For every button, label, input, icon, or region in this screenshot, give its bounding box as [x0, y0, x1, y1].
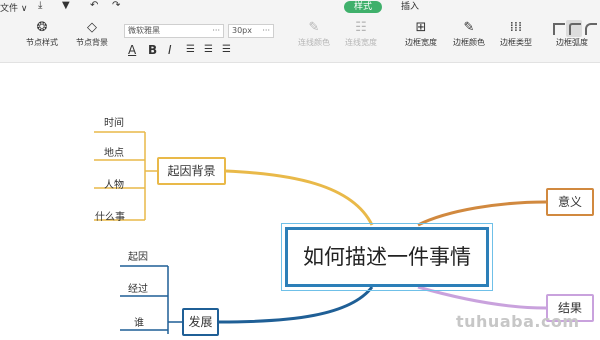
border-radius-label-wrap: 边框弧度: [556, 37, 588, 49]
branch-meaning-label: 意义: [557, 195, 582, 209]
align-right-icon[interactable]: ☰: [222, 42, 231, 58]
radius-square-icon[interactable]: [553, 23, 565, 35]
child-process[interactable]: 经过: [128, 284, 148, 296]
more-icon: ···: [212, 26, 220, 35]
connector-central-background: [225, 169, 374, 226]
connector-development-children: [120, 265, 182, 334]
paint-bucket-icon: ◇: [87, 20, 97, 35]
connector-lines: [94, 131, 547, 334]
line-color-button[interactable]: ✎ 连线颜色: [298, 19, 330, 49]
redo-icon[interactable]: ↷: [112, 0, 120, 12]
format-painter-icon[interactable]: ▼: [62, 0, 70, 12]
child-time[interactable]: 时间: [104, 118, 124, 130]
border-radius-label: 边框弧度: [556, 38, 588, 47]
node-style-icon: ❂: [36, 20, 48, 35]
font-family-select[interactable]: 微软雅黑 ···: [124, 24, 224, 38]
node-background-button[interactable]: ◇ 节点背景: [76, 19, 108, 49]
style-toolbar: ❂ 节点样式 ◇ 节点背景 微软雅黑 ··· 30px ··· A B I ☰ …: [0, 14, 600, 63]
align-center-icon[interactable]: ☰: [204, 42, 213, 58]
border-color-label: 边框颜色: [453, 38, 485, 47]
connector-background-children: [94, 131, 157, 221]
top-menu-bar: 文件 ∨ ⤓ ▼ ↶ ↷ 样式 插入: [0, 0, 600, 14]
font-color-button[interactable]: A: [128, 42, 136, 58]
font-size-value: 30px: [232, 26, 252, 35]
child-cause[interactable]: 起因: [128, 252, 148, 264]
mindmap-canvas[interactable]: 起因背景 时间 地点 人物 什么事 发展 起因 经过 谁 意义 结果: [0, 64, 600, 340]
border-type-button[interactable]: ⁞⁞⁞ 边框类型: [500, 19, 532, 49]
branch-development-label: 发展: [188, 315, 213, 329]
font-size-select[interactable]: 30px ···: [228, 24, 274, 38]
node-background-label: 节点背景: [76, 38, 108, 47]
border-type-label: 边框类型: [500, 38, 532, 47]
line-width-label: 连线宽度: [345, 38, 377, 47]
connector-central-development: [218, 286, 374, 324]
more-icon: ···: [262, 26, 270, 35]
border-width-button[interactable]: ⊞ 边框宽度: [405, 19, 437, 49]
line-width-button[interactable]: ☷ 连线宽度: [345, 19, 377, 49]
align-left-icon[interactable]: ☰: [186, 42, 195, 58]
central-topic-label: 如何描述一件事情: [303, 245, 471, 269]
download-icon[interactable]: ⤓: [38, 0, 42, 12]
watermark: tuhuaba.com: [456, 312, 580, 331]
branch-background[interactable]: 起因背景: [157, 157, 226, 185]
border-width-icon: ⊞: [415, 20, 427, 35]
child-what[interactable]: 什么事: [95, 212, 125, 224]
border-color-button[interactable]: ✎ 边框颜色: [453, 19, 485, 49]
line-color-icon: ✎: [308, 20, 320, 35]
line-width-icon: ☷: [355, 20, 367, 35]
italic-button[interactable]: I: [168, 42, 172, 58]
node-style-label: 节点样式: [26, 38, 58, 47]
undo-icon[interactable]: ↶: [90, 0, 98, 12]
bold-button[interactable]: B: [148, 42, 157, 58]
line-color-label: 连线颜色: [298, 38, 330, 47]
child-who[interactable]: 谁: [134, 318, 144, 330]
child-people[interactable]: 人物: [104, 180, 124, 192]
border-width-label: 边框宽度: [405, 38, 437, 47]
connector-central-meaning: [417, 200, 547, 227]
tab-style[interactable]: 样式: [344, 1, 383, 13]
central-topic[interactable]: 如何描述一件事情: [285, 227, 489, 287]
font-family-value: 微软雅黑: [128, 26, 160, 35]
radius-small-icon[interactable]: [569, 23, 581, 35]
node-style-button[interactable]: ❂ 节点样式: [26, 19, 58, 49]
radius-large-icon[interactable]: [585, 23, 597, 35]
branch-meaning[interactable]: 意义: [546, 188, 594, 216]
branch-background-label: 起因背景: [167, 164, 216, 178]
file-menu[interactable]: 文件 ∨: [0, 1, 27, 14]
tab-insert[interactable]: 插入: [391, 1, 429, 13]
child-place[interactable]: 地点: [104, 148, 124, 160]
border-type-icon: ⁞⁞⁞: [509, 20, 523, 35]
border-color-icon: ✎: [463, 20, 475, 35]
branch-development[interactable]: 发展: [182, 308, 219, 336]
